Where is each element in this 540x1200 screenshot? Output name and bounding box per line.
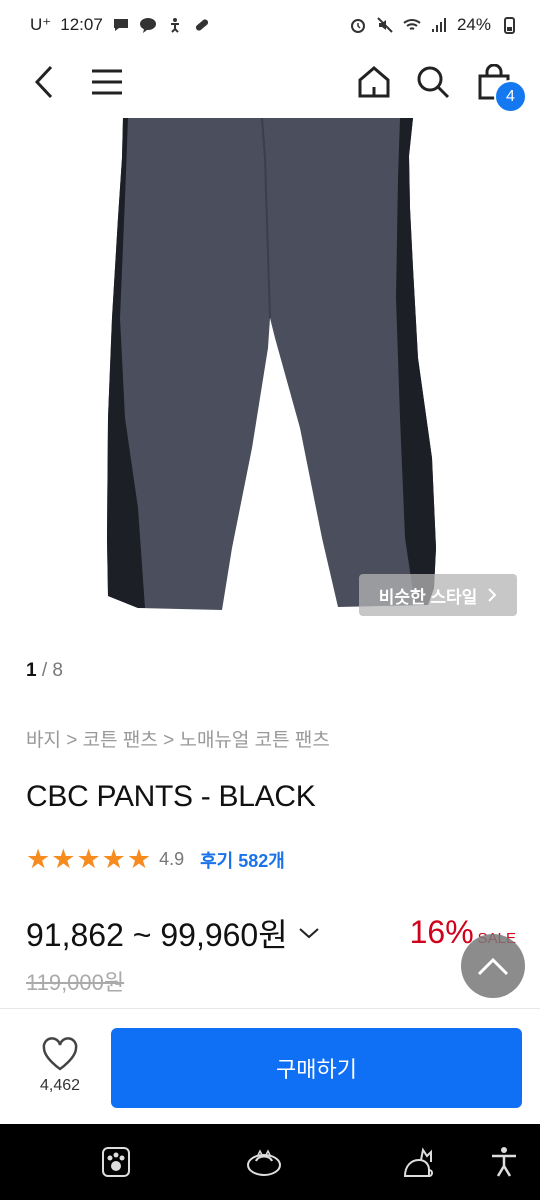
top-navigation: [0, 50, 540, 114]
carrier-label: U⁺: [30, 15, 52, 34]
discount-rate: 16%: [409, 914, 474, 950]
cat-app-button[interactable]: [400, 1144, 436, 1180]
battery-icon: [504, 17, 515, 34]
message-icon: [113, 19, 128, 31]
rating-score: 4.9: [159, 849, 185, 869]
alarm-icon: [350, 19, 365, 33]
status-bar: U⁺ 12:07 24%: [0, 0, 540, 50]
cat-bed-app-button[interactable]: [246, 1144, 282, 1180]
cat-icon: [403, 1147, 433, 1177]
price-range-toggle[interactable]: 91,862 ~ 99,960원: [26, 910, 320, 956]
mute-icon: [377, 17, 393, 33]
pill-icon: [195, 19, 208, 31]
star-icon: ★: [76, 844, 101, 874]
star-icon: ★: [126, 844, 152, 874]
review-count-link[interactable]: 후기 582개: [200, 847, 285, 873]
cat-bed-icon: [247, 1149, 281, 1176]
product-image[interactable]: [0, 117, 540, 648]
star-icon: ★: [26, 844, 51, 874]
search-button[interactable]: [409, 58, 457, 106]
battery-percent: 24%: [456, 15, 491, 34]
scroll-to-top-button[interactable]: [461, 934, 525, 998]
wifi-icon: [403, 19, 421, 30]
similar-style-button[interactable]: 비슷한 스타일: [359, 574, 517, 616]
pager-total: / 8: [41, 660, 63, 681]
product-title: CBC PANTS - BLACK: [26, 780, 316, 813]
system-navigation-bar: [0, 1124, 540, 1200]
image-pager: 1 / 8: [26, 660, 63, 682]
accessibility-button[interactable]: [486, 1144, 522, 1180]
rating-row: ★ ★ ★ ★ ★ 4.9 후기 582개: [26, 846, 285, 873]
signal-icon: [431, 18, 446, 32]
accessibility-icon: [170, 18, 179, 33]
paw-app-button[interactable]: [98, 1144, 134, 1180]
chevron-up-icon: [477, 957, 509, 976]
star-rating: ★ ★ ★ ★ ★: [26, 846, 151, 873]
cart-count-badge: 4: [494, 80, 527, 113]
pants-image: [107, 117, 436, 610]
original-price: 119,000원: [26, 970, 125, 995]
home-button[interactable]: [350, 58, 398, 106]
heart-icon: [42, 1037, 78, 1071]
similar-style-label: 비슷한 스타일: [378, 587, 478, 607]
home-icon: [358, 66, 390, 98]
chevron-down-icon: [299, 928, 319, 939]
accessibility-person-icon: [492, 1147, 516, 1177]
like-count: 4,462: [39, 1077, 81, 1094]
chevron-left-icon: [34, 65, 53, 99]
kakaotalk-icon: [139, 18, 156, 33]
chevron-right-icon: [488, 588, 497, 602]
clock: 12:07: [60, 15, 103, 34]
paw-icon: [102, 1147, 130, 1177]
price-row: 91,862 ~ 99,960원 16% SALE: [26, 910, 518, 956]
back-button[interactable]: [20, 58, 68, 106]
like-button[interactable]: 4,462: [20, 1037, 100, 1095]
search-icon: [417, 66, 450, 99]
breadcrumb[interactable]: 바지 > 코튼 팬츠 > 노매뉴얼 코튼 팬츠: [26, 725, 330, 752]
menu-button[interactable]: [83, 58, 131, 106]
pager-current: 1: [26, 660, 37, 681]
star-icon: ★: [51, 844, 76, 874]
star-icon: ★: [101, 844, 126, 874]
hamburger-menu-icon: [92, 69, 122, 95]
price-range: 91,862 ~ 99,960원: [26, 917, 288, 953]
purchase-bar: 4,462 구매하기: [0, 1008, 540, 1125]
buy-button[interactable]: 구매하기: [111, 1028, 522, 1108]
